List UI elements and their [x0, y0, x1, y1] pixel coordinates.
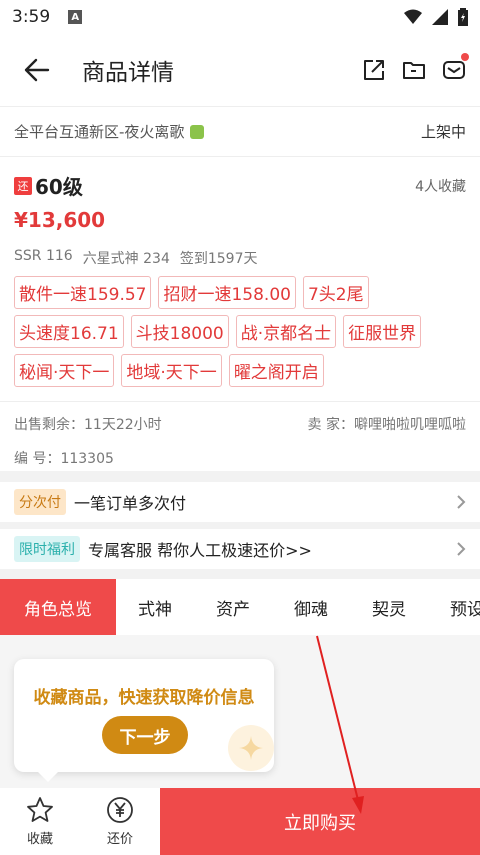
share-icon: [364, 60, 384, 80]
welfare-chip: 限时福利: [14, 536, 80, 562]
sale-remaining: 出售剩余：11天22小时: [14, 417, 162, 433]
buy-now-button[interactable]: 立即购买: [160, 788, 480, 855]
promo-text: 专属客服 帮你人工极速还价>>: [88, 541, 312, 560]
share-button[interactable]: [362, 58, 386, 82]
wifi-icon: [404, 9, 422, 24]
back-arrow-icon: [24, 58, 50, 82]
page-title: 商品详情: [82, 60, 174, 86]
stat-six-star: 六星式神 234: [82, 251, 170, 267]
bottom-action-bar: 收藏 还价 立即购买: [0, 788, 480, 855]
star-icon: [27, 797, 53, 822]
stat-checkin: 签到1597天: [179, 251, 258, 267]
chevron-right-icon: [457, 495, 466, 509]
tooltip-message: 收藏商品，快速获取降价信息: [33, 688, 255, 708]
signal-icon: [432, 9, 448, 25]
status-time: 3:59: [12, 7, 51, 27]
sparkle-icon: [239, 736, 263, 760]
tooltip-pointer: [38, 772, 58, 782]
folder-icon: [403, 62, 425, 79]
tag: 秘闻·天下一: [14, 354, 115, 387]
status-bar: 3:59 A: [0, 0, 480, 34]
tab-assets[interactable]: 资产: [194, 579, 272, 635]
message-button[interactable]: [442, 53, 469, 82]
tag: 曜之阁开启: [228, 354, 324, 387]
item-level: 60级: [35, 175, 83, 199]
favorite-button[interactable]: 收藏: [0, 788, 80, 855]
mail-icon: [443, 61, 465, 79]
seller-name: 卖 家：噼哩啪啦叽哩呱啦: [307, 417, 466, 433]
tag: 征服世界: [343, 315, 422, 348]
promo-text: 一笔订单多次付: [74, 494, 187, 513]
category-tabs: 角色总览 式神 资产 御魂 契灵 预设: [0, 579, 480, 635]
tag: 斗技18000: [130, 315, 229, 348]
tag: 7头2尾: [302, 276, 369, 309]
back-button[interactable]: [0, 34, 74, 106]
promo-customer-service[interactable]: 限时福利 专属客服 帮你人工极速还价>>: [0, 529, 480, 569]
tab-overview[interactable]: 角色总览: [0, 579, 116, 635]
tag: 头速度16.71: [14, 315, 124, 348]
tab-contract[interactable]: 契灵: [350, 579, 428, 635]
android-icon: [190, 124, 205, 139]
item-card: 还 60级 4人收藏 ¥13,600 SSR 116 六星式神 234 签到15…: [0, 156, 480, 471]
promo-installment[interactable]: 分次付 一笔订单多次付: [0, 482, 480, 522]
divider: [0, 401, 480, 402]
favorite-label: 收藏: [26, 832, 53, 847]
tag: 散件一速159.57: [14, 276, 152, 309]
tag: 战·京都名士: [235, 315, 337, 348]
item-id: 编 号：113305: [14, 451, 114, 467]
installment-chip: 分次付: [14, 489, 66, 515]
nav-bar: 商品详情: [0, 34, 480, 106]
listing-status: 上架中: [420, 123, 466, 141]
notification-badge: A: [68, 10, 83, 24]
unread-dot: [461, 53, 469, 61]
item-price: ¥13,600: [14, 208, 106, 232]
floating-assistant-button[interactable]: [228, 725, 274, 771]
tag: 招财一速158.00: [158, 276, 296, 309]
server-row: 全平台互通新区-夜火离歌 上架中: [0, 106, 480, 156]
item-tags: 散件一速159.57 招财一速158.00 7头2尾 头速度16.71 斗技18…: [14, 276, 464, 387]
tab-shikigami[interactable]: 式神: [116, 579, 194, 635]
tab-mitama[interactable]: 御魂: [272, 579, 350, 635]
bargain-label: 还价: [106, 832, 133, 847]
favorite-count: 4人收藏: [415, 178, 466, 195]
bargain-badge: 还: [14, 176, 32, 195]
server-name: 全平台互通新区-夜火离歌: [14, 123, 185, 141]
stat-ssr: SSR 116: [14, 248, 73, 264]
folder-button[interactable]: [402, 58, 426, 82]
next-step-button[interactable]: 下一步: [102, 716, 188, 754]
tag: 地域·天下一: [121, 354, 222, 387]
item-stats: SSR 116 六星式神 234 签到1597天: [14, 248, 466, 268]
bargain-button[interactable]: 还价: [80, 788, 160, 855]
chevron-right-icon: [457, 542, 466, 556]
yuan-coin-icon: [107, 797, 133, 823]
battery-icon: [458, 8, 468, 26]
tab-preset[interactable]: 预设: [428, 579, 480, 635]
